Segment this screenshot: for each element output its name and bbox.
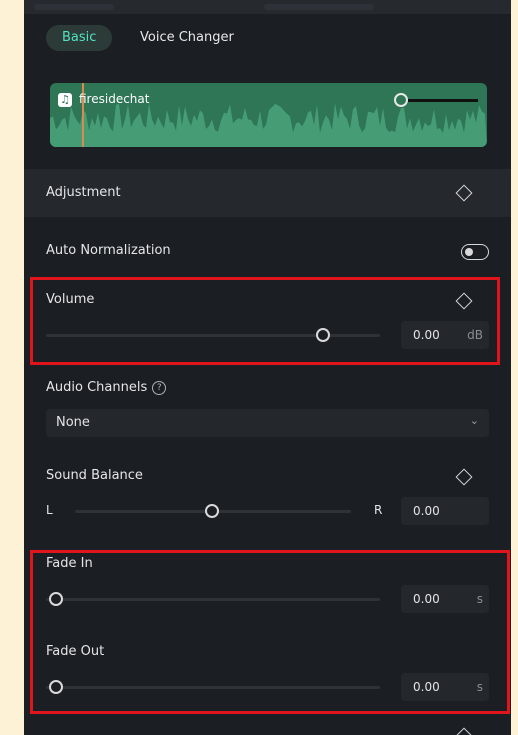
auto-normalization-label: Auto Normalization	[46, 243, 171, 258]
audio-channels-label: Audio Channels?	[46, 380, 167, 395]
volume-highlight-box	[30, 277, 500, 365]
toggle-knob	[465, 248, 473, 256]
tab-voice-changer[interactable]: Voice Changer	[124, 25, 250, 51]
clip-name: firesidechat	[79, 92, 150, 106]
clip-volume-handle[interactable]	[394, 93, 408, 107]
audio-channels-select[interactable]: None ⌄	[46, 409, 489, 437]
adjustment-section-header[interactable]: Adjustment	[24, 169, 511, 217]
fade-highlight-box	[30, 550, 510, 714]
sound-balance-keyframe-icon[interactable]	[455, 468, 473, 486]
balance-left-label: L	[46, 503, 53, 517]
waveform-shape	[50, 103, 487, 147]
sound-balance-input[interactable]: 0.00	[401, 497, 489, 525]
keyframe-diamond-icon[interactable]	[455, 184, 473, 202]
top-tab-indicator	[34, 4, 114, 10]
balance-right-label: R	[374, 503, 383, 517]
next-section-keyframe-icon[interactable]	[455, 727, 473, 735]
chevron-down-icon: ⌄	[469, 414, 479, 427]
audio-waveform[interactable]: ♫ firesidechat	[50, 83, 487, 147]
clip-volume-line	[408, 99, 478, 102]
music-note-icon: ♫	[58, 93, 72, 107]
panel-top-bar	[24, 0, 511, 14]
sound-balance-value: 0.00	[413, 504, 440, 518]
sound-balance-label: Sound Balance	[46, 468, 143, 483]
tab-basic[interactable]: Basic	[46, 25, 113, 51]
top-tab-indicator-2	[264, 4, 374, 10]
sound-balance-slider-handle[interactable]	[205, 504, 219, 518]
audio-channels-value: None	[56, 415, 90, 430]
audio-channels-text: Audio Channels	[46, 380, 148, 395]
help-icon[interactable]: ?	[152, 380, 167, 395]
adjustment-title: Adjustment	[46, 185, 121, 200]
auto-normalization-toggle[interactable]	[461, 244, 489, 260]
